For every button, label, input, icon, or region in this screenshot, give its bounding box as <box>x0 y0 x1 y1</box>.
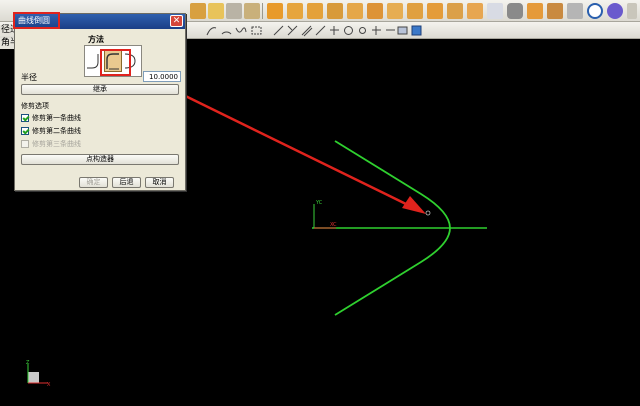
arc-tool-icon[interactable] <box>220 24 233 37</box>
cube-wire-icon[interactable] <box>467 3 483 19</box>
radius-input[interactable] <box>143 71 181 82</box>
cube-iso-icon[interactable] <box>407 3 423 19</box>
radius-label: 半径 <box>21 73 37 82</box>
color-icon[interactable] <box>547 3 563 19</box>
method-highlight-box <box>100 49 131 76</box>
cube-trimetric-icon[interactable] <box>427 3 443 19</box>
copy-icon[interactable] <box>226 3 242 19</box>
trim-third-checkbox <box>21 140 29 148</box>
toolbar-separator <box>262 3 263 19</box>
cube-shade-icon[interactable] <box>447 3 463 19</box>
view-settings-icon[interactable] <box>410 24 423 37</box>
cube-view-icon[interactable] <box>267 3 283 19</box>
circle-tool-icon[interactable] <box>342 24 355 37</box>
method-label: 方法 <box>88 35 104 44</box>
trim-third-label: 修剪第三条曲线 <box>32 140 81 148</box>
cube-top-icon[interactable] <box>307 3 323 19</box>
cube-right-icon[interactable] <box>327 3 343 19</box>
wcs-x-label: XC <box>330 222 337 228</box>
cube-section-icon[interactable] <box>487 3 503 19</box>
hexagon-icon[interactable] <box>507 3 523 19</box>
trim-first-checkbox[interactable] <box>21 114 29 122</box>
trim-second-label: 修剪第二条曲线 <box>32 127 81 135</box>
spline-tool-icon[interactable] <box>234 24 247 37</box>
layer-settings-icon[interactable] <box>396 24 409 37</box>
ellipse-tool-icon[interactable] <box>356 24 369 37</box>
render-icon[interactable] <box>527 3 543 19</box>
triad-z-label: Z <box>26 360 30 366</box>
refresh-icon[interactable] <box>607 3 623 19</box>
inherit-button[interactable]: 继承 <box>21 84 179 95</box>
plus-tool-icon[interactable] <box>370 24 383 37</box>
curve-fillet-dialog: 曲线倒圆 ✕ 方法 半径 继承 修剪选项 修剪第一条曲线 修剪第二条曲线 修剪第… <box>13 12 186 191</box>
line-tool-icon[interactable] <box>272 24 285 37</box>
offset-tool-icon[interactable] <box>300 24 313 37</box>
pick-point-marker <box>425 210 431 216</box>
point-tool-icon[interactable] <box>328 24 341 37</box>
layer-icon[interactable] <box>244 3 260 19</box>
trim-tool-icon[interactable] <box>286 24 299 37</box>
triad-x-label: X <box>47 382 51 388</box>
gear-icon[interactable] <box>567 3 583 19</box>
cancel-button[interactable]: 取消 <box>145 177 174 188</box>
title-highlight-box <box>13 12 60 29</box>
rectangle-tool-icon[interactable] <box>250 24 263 37</box>
view-triad: Z X <box>26 360 51 388</box>
cube-back-icon[interactable] <box>367 3 383 19</box>
trim-first-label: 修剪第一条曲线 <box>32 114 81 122</box>
open-icon[interactable] <box>190 3 206 19</box>
wcs-indicator: YC XC <box>313 200 337 229</box>
save-icon[interactable] <box>208 3 224 19</box>
extend-tool-icon[interactable] <box>314 24 327 37</box>
ok-button[interactable]: 确定 <box>79 177 108 188</box>
curve-tool-icon[interactable] <box>205 24 218 37</box>
trim-options-label: 修剪选项 <box>21 102 49 110</box>
wcs-y-label: YC <box>315 200 323 206</box>
cube-bottom-icon[interactable] <box>387 3 403 19</box>
trim-second-checkbox[interactable] <box>21 127 29 135</box>
close-button[interactable]: ✕ <box>170 15 183 27</box>
point-constructor-button[interactable]: 点构造器 <box>21 154 179 165</box>
clock-icon[interactable] <box>587 3 603 19</box>
cube-front-icon[interactable] <box>287 3 303 19</box>
back-button[interactable]: 后退 <box>112 177 141 188</box>
more-icon[interactable] <box>627 3 637 19</box>
cube-left-icon[interactable] <box>347 3 363 19</box>
